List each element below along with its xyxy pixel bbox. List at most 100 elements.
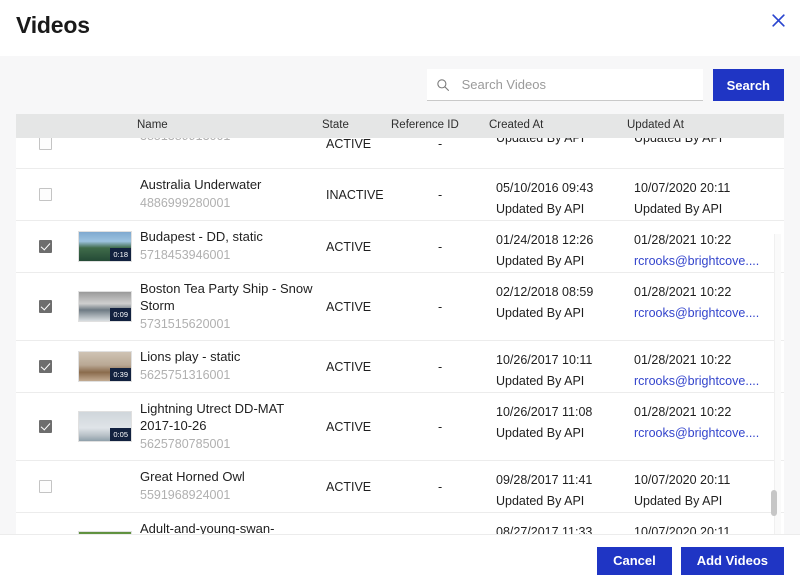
video-name-cell: Adult-and-young-swan-Sizergh-Castle-Cumb… [140, 513, 326, 534]
video-name[interactable]: Lions play - static [140, 348, 318, 365]
table-row[interactable]: 0:16 Adult-and-young-swan-Sizergh-Castle-… [16, 513, 784, 534]
video-id: 3851389913001 [140, 138, 318, 146]
row-checkbox[interactable] [39, 138, 52, 150]
column-header-updated-at[interactable]: Updated At [627, 119, 684, 131]
video-created-at-cell: 02/12/2018 08:59Updated By API [496, 273, 634, 340]
search-field[interactable] [427, 69, 703, 101]
video-reference-id: - [396, 393, 496, 460]
search-button[interactable]: Search [713, 69, 784, 101]
video-state: ACTIVE [326, 461, 396, 512]
updated-by-link[interactable]: rcrooks@brightcove.... [634, 423, 784, 444]
created-at-date: 09/28/2017 11:41 [496, 470, 634, 491]
updated-by-link[interactable]: rcrooks@brightcove.... [634, 303, 784, 324]
modal-header: Videos [0, 0, 800, 56]
row-select-cell [16, 461, 74, 512]
updated-by: Updated By API [634, 138, 784, 149]
video-name-cell: Australia Underwater4886999280001 [140, 169, 326, 220]
thumbnail-cell [74, 169, 140, 220]
video-created-at-cell: 01/24/2018 12:26Updated By API [496, 221, 634, 272]
search-input[interactable] [460, 76, 695, 93]
video-reference-id: - [396, 513, 496, 534]
column-header-created-at[interactable]: Created At [489, 119, 543, 131]
video-state: ACTIVE [326, 138, 396, 168]
updated-at-date: 01/28/2021 10:22 [634, 402, 784, 423]
row-checkbox[interactable] [39, 240, 52, 253]
row-checkbox[interactable] [39, 360, 52, 373]
video-name[interactable]: Great Horned Owl [140, 468, 318, 485]
thumbnail-placeholder [78, 138, 132, 159]
video-state: ACTIVE [326, 341, 396, 392]
updated-by-link[interactable]: rcrooks@brightcove.... [634, 251, 784, 272]
cancel-button[interactable]: Cancel [597, 547, 672, 575]
table-row[interactable]: 0:18Budapest - DD, static5718453946001AC… [16, 221, 784, 273]
video-name-cell: Great Horned Owl5591968924001 [140, 461, 326, 512]
video-name[interactable]: Australia Underwater [140, 176, 318, 193]
video-thumbnail: 0:16 [78, 531, 132, 534]
table-row[interactable]: 3851389913001ACTIVE-Updated By APIUpdate… [16, 138, 784, 169]
thumbnail-cell [74, 138, 140, 168]
video-reference-id: - [396, 461, 496, 512]
row-select-cell [16, 138, 74, 168]
created-at-date: 08/27/2017 11:33 [496, 522, 634, 534]
video-thumbnail: 0:05 [78, 411, 132, 442]
row-checkbox[interactable] [39, 480, 52, 493]
table-row[interactable]: 0:09Boston Tea Party Ship - Snow Storm57… [16, 273, 784, 341]
video-name[interactable]: Lightning Utrect DD-MAT 2017-10-26 [140, 400, 318, 434]
created-by: Updated By API [496, 423, 634, 444]
video-name-cell: 3851389913001 [140, 138, 326, 168]
video-created-at-cell: 09/28/2017 11:41Updated By API [496, 461, 634, 512]
created-by: Updated By API [496, 138, 634, 149]
column-header-reference-id[interactable]: Reference ID [391, 119, 459, 131]
video-id: 5625751316001 [140, 366, 318, 385]
column-header-name[interactable]: Name [137, 119, 168, 131]
video-updated-at-cell: 01/28/2021 10:22rcrooks@brightcove.... [634, 273, 784, 340]
updated-at-date: 01/28/2021 10:22 [634, 350, 784, 371]
created-at-date: 01/24/2018 12:26 [496, 230, 634, 251]
table-scrollbar-thumb[interactable] [771, 490, 777, 516]
thumbnail-cell: 0:39 [74, 341, 140, 392]
table-header-row: Name State Reference ID Created At Updat… [16, 114, 784, 138]
row-checkbox[interactable] [39, 188, 52, 201]
video-state: ACTIVE [326, 393, 396, 460]
video-thumbnail: 0:09 [78, 291, 132, 322]
video-duration-badge: 0:05 [110, 428, 131, 442]
table-row[interactable]: Australia Underwater4886999280001INACTIV… [16, 169, 784, 221]
video-id: 5625780785001 [140, 435, 318, 454]
video-name[interactable]: Budapest - DD, static [140, 228, 318, 245]
table-row[interactable]: 0:39Lions play - static5625751316001 ACTI… [16, 341, 784, 393]
thumbnail-placeholder [78, 471, 132, 502]
updated-at-date: 10/07/2020 20:11 [634, 470, 784, 491]
video-name[interactable]: Boston Tea Party Ship - Snow Storm [140, 280, 318, 314]
created-by: Updated By API [496, 303, 634, 324]
created-by: Updated By API [496, 491, 634, 512]
table-scroll-region[interactable]: 3851389913001ACTIVE-Updated By APIUpdate… [16, 138, 784, 534]
search-icon [435, 77, 451, 93]
created-at-date: 05/10/2016 09:43 [496, 178, 634, 199]
close-icon[interactable] [766, 8, 790, 32]
created-by: Updated By API [496, 199, 634, 220]
created-at-date: 10/26/2017 10:11 [496, 350, 634, 371]
updated-at-date: 01/28/2021 10:22 [634, 282, 784, 303]
table-row[interactable]: 0:05 Lightning Utrect DD-MAT 2017-10-2656… [16, 393, 784, 461]
updated-by: Updated By API [634, 491, 784, 512]
add-videos-button[interactable]: Add Videos [681, 547, 784, 575]
page-title: Videos [16, 12, 90, 39]
created-by: Updated By API [496, 251, 634, 272]
row-checkbox[interactable] [39, 420, 52, 433]
video-created-at-cell: Updated By API [496, 138, 634, 168]
video-id: 5591968924001 [140, 486, 318, 505]
videos-picker-modal: Videos Search Name [0, 0, 800, 586]
table-scrollbar-track[interactable] [774, 234, 781, 534]
video-state: ACTIVE [326, 221, 396, 272]
updated-by-link[interactable]: rcrooks@brightcove.... [634, 371, 784, 392]
column-header-state[interactable]: State [322, 119, 349, 131]
updated-at-date: 10/07/2020 20:11 [634, 178, 784, 199]
row-checkbox[interactable] [39, 300, 52, 313]
video-updated-at-cell: Updated By API [634, 138, 784, 168]
video-created-at-cell: 08/27/2017 11:33Updated By API [496, 513, 634, 534]
video-created-at-cell: 05/10/2016 09:43Updated By API [496, 169, 634, 220]
video-state: INACTIVE [326, 169, 396, 220]
table-row[interactable]: Great Horned Owl5591968924001ACTIVE-09/2… [16, 461, 784, 513]
video-name[interactable]: Adult-and-young-swan-Sizergh-Castle-Cumb… [140, 520, 318, 534]
video-reference-id: - [396, 341, 496, 392]
